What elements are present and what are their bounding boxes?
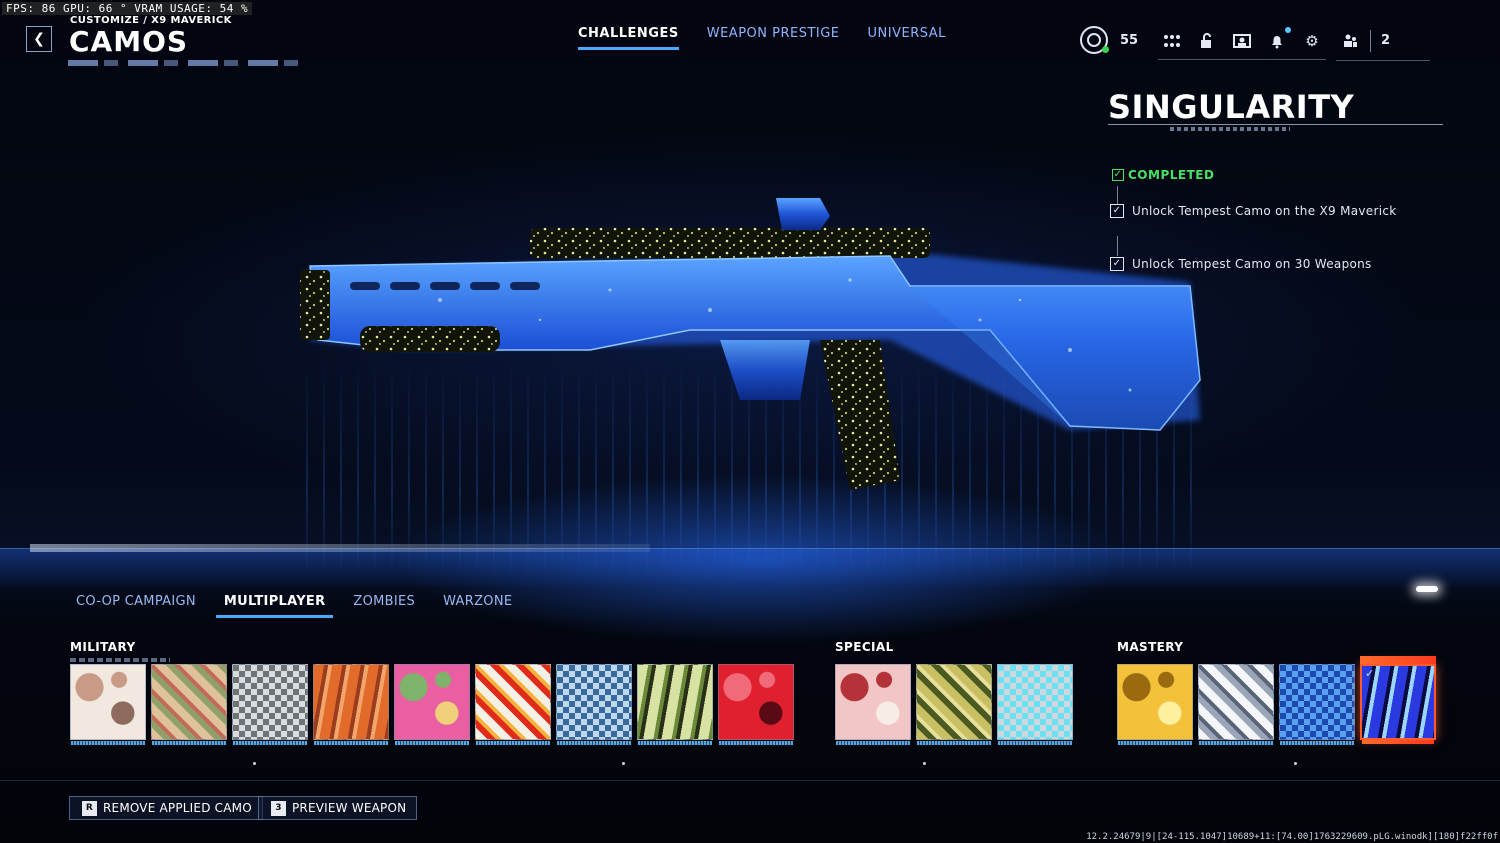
tab-multiplayer[interactable]: MULTIPLAYER [215,594,334,618]
apps-grid-icon[interactable] [1162,31,1182,51]
status-label: COMPLETED [1128,168,1215,182]
jungle-camo-tile[interactable] [394,664,470,745]
equipped-check-icon: ✓ [1365,667,1375,680]
platform-bar [30,544,650,552]
weapon-preview [300,198,1201,490]
tempest-camo-tile[interactable] [1279,664,1355,745]
performance-overlay: FPS: 86 GPU: 66 ° VRAM USAGE: 54 % [2,2,253,15]
divider [0,780,1500,781]
page-indicator [923,762,926,765]
weapon-muzzle [300,270,330,340]
back-button[interactable]: ❮ [26,26,52,52]
settings-gear-icon[interactable]: ⚙ [1302,31,1322,51]
divider [1370,29,1371,52]
bark-camo-tile[interactable] [313,664,389,745]
button-label: PREVIEW WEAPON [292,801,407,815]
page-indicator [253,762,256,765]
top-tabs: CHALLENGES WEAPON PRESTIGE UNIVERSAL [578,26,946,50]
coral-camo-tile[interactable] [835,664,911,745]
notification-bell-icon[interactable] [1267,26,1291,51]
key-hint: R [82,800,97,816]
player-level: 55 [1120,32,1139,48]
weapon-top-rail [530,228,930,258]
page-indicator [1294,762,1297,765]
weapon-grip [820,340,900,490]
tab-co-op-campaign[interactable]: CO-OP CAMPAIGN [76,594,196,618]
remove-applied-camo-button[interactable]: R REMOVE APPLIED CAMO [69,796,263,820]
chevron-left-icon: ❮ [33,31,45,47]
party-indicator[interactable]: 2 [1336,29,1431,61]
header-status-bar: 55 ⚙ 2 [1080,20,1431,61]
build-version: 12.2.24679|9|[24-115.1047]10689+11:[74.0… [1086,832,1498,842]
tab-warzone[interactable]: WARZONE [443,594,512,618]
weapon-foregrip [360,326,500,352]
category-underline [70,658,170,662]
category-label-mastery: MASTERY [1117,640,1184,654]
camo-name-decoration [1170,127,1290,131]
preview-weapon-button[interactable]: 3 PREVIEW WEAPON [258,796,418,820]
header-icon-group: ⚙ [1158,26,1326,60]
woodland-camo-tile[interactable] [151,664,227,745]
mastery-camo-row: ✓ [1117,656,1436,745]
speckle-camo-tile[interactable] [718,664,794,745]
weapon-platform-glow [0,548,1500,587]
barracks-icon[interactable] [1232,31,1252,51]
tab-weapon-prestige[interactable]: WEAPON PRESTIGE [707,26,840,50]
lock-icon[interactable] [1197,31,1217,51]
player-rank-icon[interactable] [1080,26,1109,54]
tech-camo-tile[interactable] [997,664,1073,745]
title-decoration [68,60,298,66]
tab-universal[interactable]: UNIVERSAL [868,26,946,50]
gold-shatter-camo-tile[interactable] [1117,664,1193,745]
digital-camo-tile[interactable] [232,664,308,745]
page-indicator [622,762,625,765]
party-count: 2 [1381,33,1391,48]
party-members-icon [1340,31,1360,51]
camo-name-underline [1108,124,1443,125]
marble-camo-tile[interactable] [475,664,551,745]
reptile-camo-tile[interactable] [916,664,992,745]
platform-light [1416,586,1438,592]
weapon-magazine [720,340,810,400]
category-label-special: SPECIAL [835,640,894,654]
tab-challenges[interactable]: CHALLENGES [578,26,679,50]
camo-name: SINGULARITY [1108,88,1355,126]
special-camo-row [835,664,1073,745]
singularity-camo-tile[interactable]: ✓ [1360,656,1436,744]
shard-camo-tile[interactable] [556,664,632,745]
online-status-icon [1102,46,1109,53]
key-hint: 3 [271,800,286,816]
tiger-camo-tile[interactable] [637,664,713,745]
weapon-optic [776,198,830,230]
diamond-camo-tile[interactable] [1198,664,1274,745]
page-title: CAMOS [69,25,189,58]
check-icon: ✓ [1112,169,1124,181]
category-label-military: MILITARY [70,640,136,654]
mode-tabs: CO-OP CAMPAIGN MULTIPLAYER ZOMBIES WARZO… [76,594,512,618]
notification-dot [1285,26,1291,33]
tab-zombies[interactable]: ZOMBIES [353,594,415,618]
military-camo-row [70,664,794,745]
button-label: REMOVE APPLIED CAMO [103,801,252,815]
arctic-camo-tile[interactable] [70,664,146,745]
completion-status: ✓ COMPLETED [1112,168,1214,182]
